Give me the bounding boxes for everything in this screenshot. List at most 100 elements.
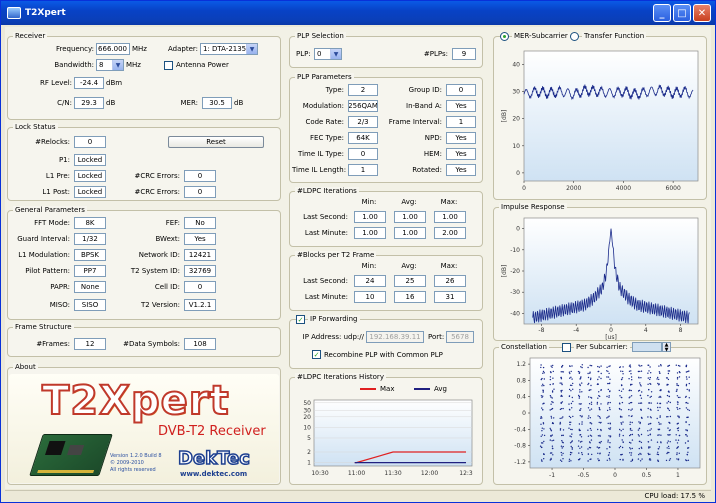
constellation-point xyxy=(609,427,612,429)
constellation-point xyxy=(620,422,622,424)
constellation-point xyxy=(688,409,690,412)
constellation-point xyxy=(660,423,662,425)
y-tick-label: 0.4 xyxy=(516,394,526,401)
fec-type-label: FEC Type: xyxy=(310,134,344,142)
constellation-point xyxy=(559,423,561,425)
plp-select[interactable]: 0 ▼ xyxy=(314,48,342,60)
constellation-point xyxy=(540,416,542,418)
constellation-point xyxy=(622,441,624,444)
adapter-select[interactable]: 1: DTA-2135 ▼ xyxy=(200,43,258,55)
x-axis-label: [us] xyxy=(605,334,617,340)
ldpc-avg-header: Avg: xyxy=(401,198,417,206)
constellation-point xyxy=(560,402,562,405)
constellation-point xyxy=(539,445,542,447)
port-input[interactable]: 5678 xyxy=(446,331,474,343)
frame-structure-group: Frame Structure #Frames: 12 #Data Symbol… xyxy=(7,323,281,357)
constellation-point xyxy=(599,434,601,437)
l1-modulation-label: L1 Modulation: xyxy=(18,251,70,259)
mer-label: MER: xyxy=(180,99,198,107)
ldpc-ls-max: 1.00 xyxy=(434,211,466,223)
recombine-checkbox[interactable]: ✓ xyxy=(312,350,321,359)
constellation-point xyxy=(572,400,574,403)
constellation-point xyxy=(669,441,671,443)
minimize-button[interactable]: _ xyxy=(653,4,671,22)
constellation-point xyxy=(552,370,554,373)
constellation-point xyxy=(657,428,659,430)
constellation-point xyxy=(647,430,649,432)
constellation-point xyxy=(649,378,651,381)
constellation-point xyxy=(560,391,563,393)
l1pre-label: L1 Pre: xyxy=(45,172,70,180)
constellation-point xyxy=(588,389,591,391)
constellation-point xyxy=(597,452,599,454)
constellation-point xyxy=(628,370,631,372)
constellation-point xyxy=(647,434,649,437)
crc-errors-value: 0 xyxy=(184,170,216,182)
constellation-point xyxy=(608,407,611,409)
constellation-point xyxy=(677,396,680,399)
constellation-point xyxy=(568,415,571,418)
constellation-point xyxy=(549,395,552,397)
constellation-point xyxy=(649,376,651,379)
constellation-point xyxy=(630,373,632,375)
frequency-input[interactable]: 666.000 xyxy=(96,43,130,55)
mer-subcarrier-radio[interactable] xyxy=(500,32,509,41)
constellation-point xyxy=(676,390,678,392)
y-tick-label: 1 xyxy=(307,460,311,467)
y-tick-label: -1.2 xyxy=(514,459,526,466)
constellation-point xyxy=(608,435,610,437)
ip-forwarding-checkbox[interactable]: ✓ xyxy=(296,315,305,324)
maximize-button[interactable]: □ xyxy=(673,4,691,22)
copyright-text: © 2009-2010 xyxy=(110,460,144,466)
ip-address-input[interactable]: 192.168.39.11 xyxy=(366,331,424,343)
constellation-point xyxy=(598,391,600,393)
constellation-point xyxy=(569,365,571,367)
ldpc-max-header: Max: xyxy=(440,198,458,206)
constellation-point xyxy=(677,408,679,410)
constellation-point xyxy=(606,448,608,450)
constellation-point xyxy=(596,403,598,405)
constellation-point xyxy=(551,391,554,393)
close-button[interactable]: ✕ xyxy=(693,4,711,22)
mer-subcarrier-chart: 0 10 20 30 40 0 2000 4000 6000 [dB] xyxy=(501,50,699,192)
bandwidth-select[interactable]: 8 ▼ xyxy=(96,59,124,71)
constellation-point xyxy=(638,421,640,423)
title-bar[interactable]: T2Xpert _ □ ✕ xyxy=(1,1,715,25)
constellation-point xyxy=(599,417,601,419)
constellation-point xyxy=(590,384,592,387)
constellation-point xyxy=(609,442,611,444)
constellation-point xyxy=(549,383,551,386)
constellation-point xyxy=(675,439,677,441)
constellation-point xyxy=(581,421,583,423)
per-subcarrier-checkbox[interactable] xyxy=(562,343,571,352)
antenna-power-checkbox[interactable] xyxy=(164,61,173,70)
x-tick-label: 12:00 xyxy=(421,470,438,477)
constellation-point xyxy=(543,384,545,387)
constellation-point xyxy=(561,447,563,449)
transfer-function-radio[interactable] xyxy=(570,32,579,41)
plp-value: 0 xyxy=(317,50,322,58)
y-tick-label: -0.4 xyxy=(514,426,526,433)
constellation-point xyxy=(629,396,631,398)
ldpc-history-group: #LDPC Iterations History Max Avg 50 30 20 1… xyxy=(289,373,483,485)
window-title: T2Xpert xyxy=(25,8,66,18)
subcarrier-input[interactable] xyxy=(632,342,662,352)
rotated-label: Rotated: xyxy=(412,166,442,174)
constellation-point xyxy=(686,459,688,462)
constellation-point xyxy=(647,441,650,443)
x-tick-label: 11:00 xyxy=(348,470,365,477)
constellation-point xyxy=(597,378,599,381)
chevron-down-icon: ▼ xyxy=(330,49,341,59)
hem-label: HEM: xyxy=(423,150,442,158)
subcarrier-spinner[interactable]: ▲ ▼ xyxy=(662,342,671,353)
t2-version-value: V1.2.1 xyxy=(184,299,216,311)
constellation-point xyxy=(608,427,610,430)
constellation-point xyxy=(597,365,599,368)
constellation-point xyxy=(629,421,631,423)
miso-value: SISO xyxy=(74,299,106,311)
constellation-point xyxy=(667,408,670,410)
constellation-point xyxy=(630,383,632,386)
constellation-point xyxy=(608,457,611,460)
impulse-response-group: Impulse Response 0 -10 -20 -30 -40 -8 -4 0 4 8 [us… xyxy=(493,203,707,341)
reset-button[interactable]: Reset xyxy=(168,136,264,148)
